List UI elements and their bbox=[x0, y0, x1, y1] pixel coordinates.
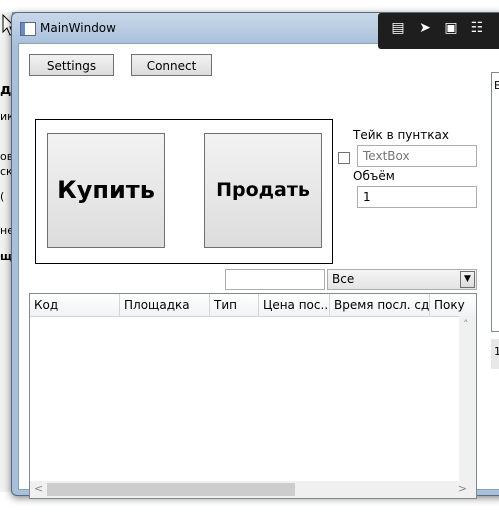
buy-button[interactable]: Купить bbox=[47, 133, 165, 248]
right-panel: Вз bbox=[491, 72, 499, 332]
bg-text: ( bbox=[0, 190, 5, 203]
grid-horizontal-scrollbar[interactable]: < > bbox=[30, 481, 476, 498]
right-panel-footer: 1 bbox=[491, 339, 499, 369]
volume-label: Объём bbox=[353, 169, 395, 183]
client-area: Settings Connect Купить Продать Тейк в п… bbox=[18, 43, 499, 499]
window-title: MainWindow bbox=[40, 21, 116, 35]
connect-button[interactable]: Connect bbox=[131, 54, 212, 76]
take-label: Тейк в пунтках bbox=[353, 128, 449, 142]
display-adorners-icon[interactable]: ▣ bbox=[442, 19, 460, 37]
column-header-code[interactable]: Код bbox=[30, 294, 120, 316]
column-header-last-price[interactable]: Цена пос... bbox=[259, 294, 330, 316]
combo-selected-value: Все bbox=[332, 272, 355, 286]
track-focus-icon[interactable]: ☷ bbox=[468, 19, 486, 37]
main-window: MainWindow Settings Connect Купить Прода… bbox=[11, 12, 499, 499]
trade-buttons-frame: Купить Продать bbox=[35, 119, 333, 264]
grid-vertical-scrollbar[interactable]: ˄ bbox=[459, 316, 476, 482]
debug-toolbar: ▤ ➤ ▣ ☷ bbox=[378, 13, 499, 49]
instruments-grid[interactable]: Код Площадка Тип Цена пос... Время посл.… bbox=[29, 293, 477, 499]
market-filter-combo[interactable]: Все ▼ bbox=[327, 269, 477, 290]
column-header-buy[interactable]: Поку bbox=[430, 294, 476, 316]
right-panel-footer-text: 1 bbox=[494, 345, 499, 358]
grid-header: Код Площадка Тип Цена пос... Время посл.… bbox=[30, 294, 476, 317]
scroll-left-icon[interactable]: < bbox=[34, 482, 43, 495]
take-input[interactable] bbox=[357, 145, 477, 167]
scroll-right-icon[interactable]: > bbox=[458, 482, 467, 495]
horizontal-scroll-thumb[interactable] bbox=[47, 483, 295, 496]
search-input[interactable] bbox=[225, 269, 325, 290]
app-window-icon bbox=[20, 22, 36, 36]
select-element-icon[interactable]: ➤ bbox=[416, 19, 434, 37]
column-header-last-trade-time[interactable]: Время посл. сд... bbox=[330, 294, 430, 316]
column-header-market[interactable]: Площадка bbox=[120, 294, 210, 316]
settings-button[interactable]: Settings bbox=[29, 54, 114, 76]
take-checkbox[interactable] bbox=[338, 152, 350, 164]
column-header-type[interactable]: Тип bbox=[210, 294, 259, 316]
right-panel-header: Вз bbox=[494, 79, 499, 92]
bg-text: д bbox=[0, 82, 12, 98]
chevron-down-icon[interactable]: ▼ bbox=[460, 271, 475, 288]
scroll-up-icon[interactable]: ˄ bbox=[463, 318, 469, 331]
sell-button[interactable]: Продать bbox=[204, 133, 322, 248]
volume-input[interactable]: 1 bbox=[357, 186, 477, 208]
live-tree-icon[interactable]: ▤ bbox=[389, 19, 407, 37]
